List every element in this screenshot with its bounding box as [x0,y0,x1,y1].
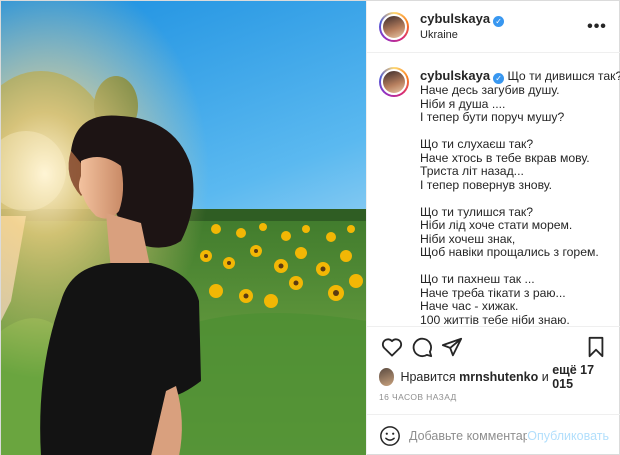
post-header: cybulskaya ✓ Ukraine ••• [367,1,620,53]
bookmark-icon[interactable] [581,332,611,362]
more-icon[interactable]: ••• [585,18,609,36]
avatar[interactable] [379,11,409,42]
caption-line: Наче треба тікати з раю... [420,285,566,300]
likes-prefix: Нравится [400,370,456,384]
verified-badge-icon: ✓ [493,15,505,27]
comment-icon[interactable] [407,332,437,362]
caption-gap [420,260,620,274]
caption-gap [420,192,620,206]
instagram-post: cybulskaya ✓ Ukraine ••• cybulskaya ✓ Що т… [0,0,620,455]
comment-form: Опубликовать [367,414,620,455]
share-icon[interactable] [437,332,467,362]
liker-username-link[interactable]: mrnshutenko [459,370,538,384]
caption-line: Ніби я душа .... [420,96,506,111]
caption-line: Що ти дивишся так? [507,69,620,83]
caption-line: Що ти слухаєш так? [420,137,534,151]
header-text: cybulskaya ✓ Ukraine [420,11,585,43]
smile-icon[interactable] [379,425,401,447]
caption-line: 100 життів тебе ніби знаю. [420,312,570,326]
caption-username-link[interactable]: cybulskaya [420,68,490,83]
caption-text: cybulskaya ✓ Що ти дивишся так? Наче десь… [420,69,620,326]
liker-avatar[interactable] [379,368,395,386]
caption-line: Ніби лід хоче стати морем. [420,218,573,232]
username-link[interactable]: cybulskaya [420,11,490,26]
post-sidebar: cybulskaya ✓ Ukraine ••• cybulskaya ✓ Що т… [366,1,620,455]
post-photo[interactable] [1,1,366,455]
photo-illustration [1,1,366,455]
caption-line: І тепер повернув знову. [420,177,553,192]
post-timestamp[interactable]: 16 часов назад [367,388,620,408]
caption-line: Ніби хочеш знак, [420,231,516,246]
caption-line: Наче хтось в тебе вкрав мову. [420,150,590,165]
caption-section: cybulskaya ✓ Що ти дивишся так? Наче десь… [367,53,620,326]
caption-avatar[interactable] [379,67,409,97]
caption-line: Щоб навіки прощались з горем. [420,245,599,259]
caption-line: Що ти тулишся так? [420,204,534,219]
caption-line: Наче час - хижак. [420,299,519,313]
likes-count-link[interactable]: ещё 17 015 [552,363,609,391]
action-bar [367,326,620,366]
publish-comment-button[interactable]: Опубликовать [527,429,609,443]
location-link[interactable]: Ukraine [420,27,585,43]
caption-gap [420,125,620,139]
caption-line: Наче десь загубив душу. [420,83,560,97]
comment-input[interactable] [409,428,528,443]
caption-line: Що ти пахнеш так ... [420,272,535,286]
caption-line: І тепер бути поруч мушу? [420,110,565,124]
likes-summary: Нравится mrnshutenko и ещё 17 015 [367,363,620,391]
likes-and: и [541,370,549,384]
caption-line: Триста літ назад... [420,164,524,178]
heart-icon[interactable] [377,332,407,362]
